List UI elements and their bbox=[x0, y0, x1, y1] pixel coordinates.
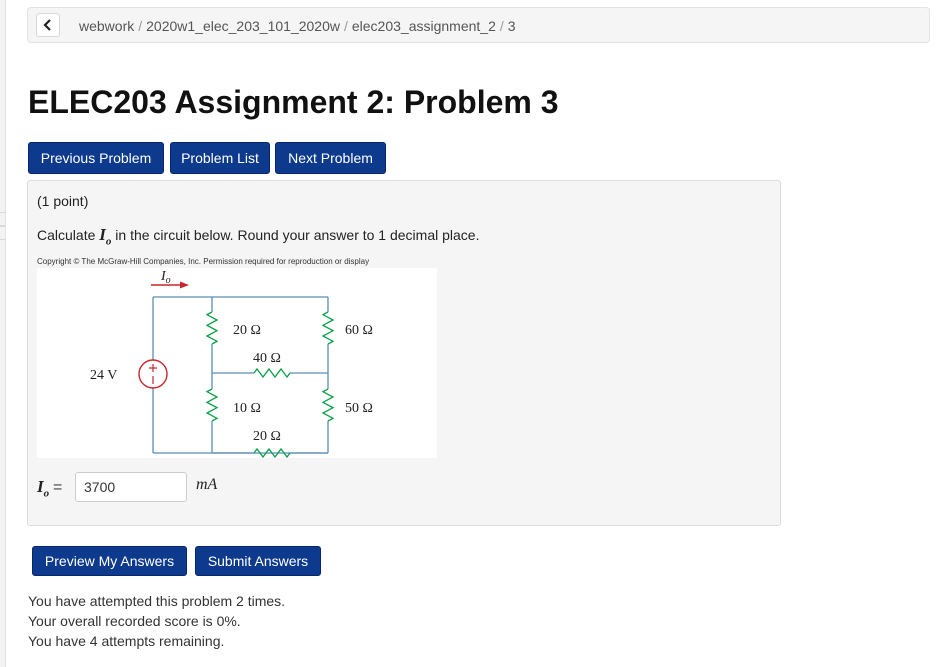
resistor-label-r3: 60 Ω bbox=[345, 323, 373, 338]
breadcrumb-separator: / bbox=[499, 18, 504, 34]
chevron-left-icon bbox=[43, 19, 51, 31]
answer-label: Io = bbox=[37, 477, 62, 499]
breadcrumb-trail: webwork/2020w1_elec_203_101_2020w / elec20… bbox=[79, 18, 516, 34]
breadcrumb: webwork/2020w1_elec_203_101_2020w / elec20… bbox=[27, 7, 930, 43]
rail-marker bbox=[0, 226, 5, 240]
variable-io: Io bbox=[99, 225, 112, 248]
copyright-notice: Copyright © The McGraw-Hill Companies, I… bbox=[37, 257, 370, 266]
problem-statement: Calculate Io in the circuit below. Round… bbox=[37, 225, 479, 247]
resistor-label-r2: 40 Ω bbox=[253, 351, 281, 366]
answer-unit: mA bbox=[196, 476, 218, 493]
breadcrumb-separator: / bbox=[343, 18, 348, 34]
answer-variable: Io bbox=[37, 477, 50, 500]
back-button[interactable] bbox=[36, 13, 60, 37]
problem-list-button[interactable]: Problem List bbox=[170, 142, 270, 174]
resistor-label-r6: 20 Ω bbox=[253, 429, 281, 444]
breadcrumb-item-webwork[interactable]: webwork bbox=[79, 18, 134, 34]
breadcrumb-item-course[interactable]: 2020w1_elec_203_101_2020w bbox=[146, 18, 340, 34]
preview-answers-button[interactable]: Preview My Answers bbox=[32, 546, 187, 576]
statement-before: Calculate bbox=[37, 227, 96, 243]
problem-points: (1 point) bbox=[37, 193, 89, 209]
circuit-diagram: Io 24 V 20 Ω 40 Ω 60 Ω 10 Ω 50 Ω 20 Ω bbox=[37, 268, 437, 458]
breadcrumb-separator: / bbox=[138, 18, 143, 34]
voltage-source bbox=[138, 359, 168, 389]
page-title: ELEC203 Assignment 2: Problem 3 bbox=[28, 84, 559, 120]
resistor-label-r5: 50 Ω bbox=[345, 401, 373, 416]
breadcrumb-item-set[interactable]: elec203_assignment_2 bbox=[352, 18, 496, 34]
statement-after: in the circuit below. Round your answer … bbox=[115, 227, 480, 243]
score-text: Your overall recorded score is 0%. bbox=[28, 613, 241, 629]
breadcrumb-item-problem: 3 bbox=[507, 18, 516, 34]
resistor-label-r4: 10 Ω bbox=[233, 401, 261, 416]
submit-answers-button[interactable]: Submit Answers bbox=[195, 546, 321, 576]
left-rail bbox=[0, 0, 6, 667]
source-label: 24 V bbox=[90, 368, 117, 383]
next-problem-button[interactable]: Next Problem bbox=[275, 142, 386, 174]
attempts-text: You have attempted this problem 2 times. bbox=[28, 593, 286, 609]
answer-input[interactable] bbox=[75, 472, 187, 502]
rail-marker bbox=[0, 212, 5, 226]
equals-sign: = bbox=[53, 479, 63, 496]
previous-problem-button[interactable]: Previous Problem bbox=[28, 142, 164, 174]
resistor-label-r1: 20 Ω bbox=[233, 323, 261, 338]
remaining-text: You have 4 attempts remaining. bbox=[28, 633, 225, 649]
